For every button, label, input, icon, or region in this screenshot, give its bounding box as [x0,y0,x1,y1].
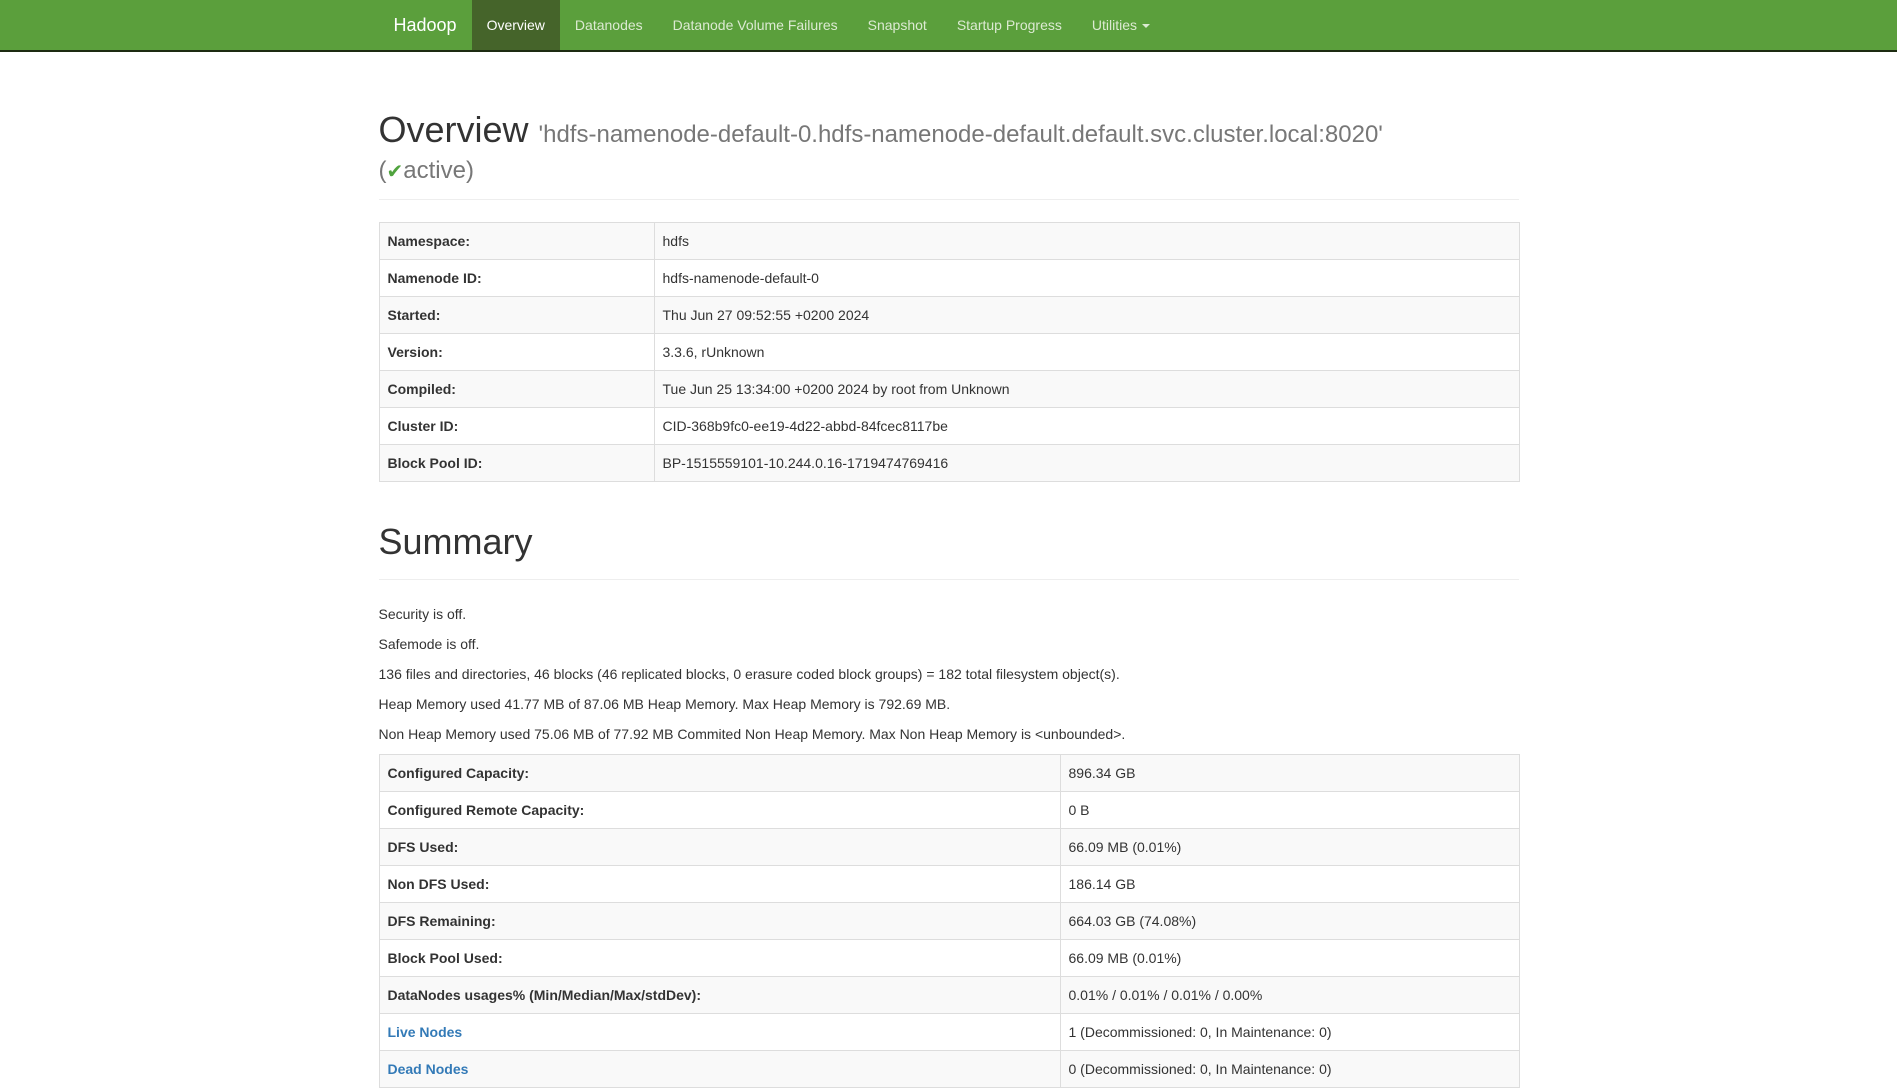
table-row: Configured Capacity: 896.34 GB [379,754,1519,791]
page-title-line: Overview 'hdfs-namenode-default-0.hdfs-na… [379,110,1519,185]
table-row: Started: Thu Jun 27 09:52:55 +0200 2024 [379,297,1519,334]
row-label: Block Pool ID: [379,445,654,482]
row-label: Block Pool Used: [379,939,1060,976]
table-row: Configured Remote Capacity: 0 B [379,791,1519,828]
filesystem-objects-text: 136 files and directories, 46 blocks (46… [379,664,1519,684]
safemode-status-text: Safemode is off. [379,634,1519,654]
heap-memory-text: Heap Memory used 41.77 MB of 87.06 MB He… [379,694,1519,714]
nav-item-utilities-label: Utilities [1092,17,1137,33]
row-label: Configured Capacity: [379,754,1060,791]
nav-item-utilities[interactable]: Utilities [1077,0,1165,50]
row-label: Cluster ID: [379,408,654,445]
table-row: Live Nodes 1 (Decommissioned: 0, In Main… [379,1013,1519,1050]
summary-title: Summary [379,522,1519,562]
security-status-text: Security is off. [379,604,1519,624]
row-label: Dead Nodes [379,1050,1060,1087]
nav-item-datanode-volume-failures[interactable]: Datanode Volume Failures [658,0,853,50]
row-value: 0.01% / 0.01% / 0.01% / 0.00% [1060,976,1519,1013]
table-row: Block Pool Used: 66.09 MB (0.01%) [379,939,1519,976]
check-icon: ✔ [387,161,404,183]
row-value: 0 B [1060,791,1519,828]
row-label: Live Nodes [379,1013,1060,1050]
table-row: Dead Nodes 0 (Decommissioned: 0, In Main… [379,1050,1519,1087]
table-row: DFS Used: 66.09 MB (0.01%) [379,828,1519,865]
dead-nodes-link[interactable]: Dead Nodes [388,1061,469,1077]
table-row: DataNodes usages% (Min/Median/Max/stdDev… [379,976,1519,1013]
row-label: Namenode ID: [379,260,654,297]
live-nodes-link[interactable]: Live Nodes [388,1024,463,1040]
navbar-brand: Hadoop [379,0,472,50]
navbar-menu: Overview Datanodes Datanode Volume Failu… [472,0,1165,50]
row-value: 66.09 MB (0.01%) [1060,939,1519,976]
non-heap-memory-text: Non Heap Memory used 75.06 MB of 77.92 M… [379,724,1519,744]
page-title: Overview [379,109,529,150]
nav-item-overview[interactable]: Overview [472,0,560,50]
table-row: Cluster ID: CID-368b9fc0-ee19-4d22-abbd-… [379,408,1519,445]
table-row: Namenode ID: hdfs-namenode-default-0 [379,260,1519,297]
status-text: active) [403,157,474,184]
row-label: Version: [379,334,654,371]
overview-info-table: Namespace: hdfs Namenode ID: hdfs-nameno… [379,222,1520,482]
row-value: Tue Jun 25 13:34:00 +0200 2024 by root f… [654,371,1519,408]
main-content: Overview 'hdfs-namenode-default-0.hdfs-na… [364,110,1534,1088]
row-value: Thu Jun 27 09:52:55 +0200 2024 [654,297,1519,334]
row-value: 0 (Decommissioned: 0, In Maintenance: 0) [1060,1050,1519,1087]
row-value: 66.09 MB (0.01%) [1060,828,1519,865]
overview-header: Overview 'hdfs-namenode-default-0.hdfs-na… [379,110,1519,200]
table-row: DFS Remaining: 664.03 GB (74.08%) [379,902,1519,939]
row-label: Namespace: [379,223,654,260]
row-value: 1 (Decommissioned: 0, In Maintenance: 0) [1060,1013,1519,1050]
active-status: (✔active) [379,158,1519,185]
row-value: CID-368b9fc0-ee19-4d22-abbd-84fcec8117be [654,408,1519,445]
status-open-paren: ( [379,157,387,184]
row-label: Non DFS Used: [379,865,1060,902]
row-value: hdfs [654,223,1519,260]
row-value: 896.34 GB [1060,754,1519,791]
table-row: Compiled: Tue Jun 25 13:34:00 +0200 2024… [379,371,1519,408]
nav-item-datanodes[interactable]: Datanodes [560,0,658,50]
table-row: Block Pool ID: BP-1515559101-10.244.0.16… [379,445,1519,482]
summary-header: Summary [379,522,1519,579]
row-value: BP-1515559101-10.244.0.16-1719474769416 [654,445,1519,482]
table-row: Version: 3.3.6, rUnknown [379,334,1519,371]
row-label: Started: [379,297,654,334]
namenode-address: 'hdfs-namenode-default-0.hdfs-namenode-d… [539,121,1383,148]
top-navbar: Hadoop Overview Datanodes Datanode Volum… [0,0,1897,52]
summary-table: Configured Capacity: 896.34 GB Configure… [379,754,1520,1088]
row-label: DFS Used: [379,828,1060,865]
caret-down-icon [1142,24,1150,28]
row-label: Compiled: [379,371,654,408]
row-label: DFS Remaining: [379,902,1060,939]
row-value: 186.14 GB [1060,865,1519,902]
table-row: Namespace: hdfs [379,223,1519,260]
nav-item-startup-progress[interactable]: Startup Progress [942,0,1077,50]
row-label: DataNodes usages% (Min/Median/Max/stdDev… [379,976,1060,1013]
row-value: hdfs-namenode-default-0 [654,260,1519,297]
row-value: 664.03 GB (74.08%) [1060,902,1519,939]
row-label: Configured Remote Capacity: [379,791,1060,828]
nav-item-snapshot[interactable]: Snapshot [853,0,942,50]
table-row: Non DFS Used: 186.14 GB [379,865,1519,902]
row-value: 3.3.6, rUnknown [654,334,1519,371]
